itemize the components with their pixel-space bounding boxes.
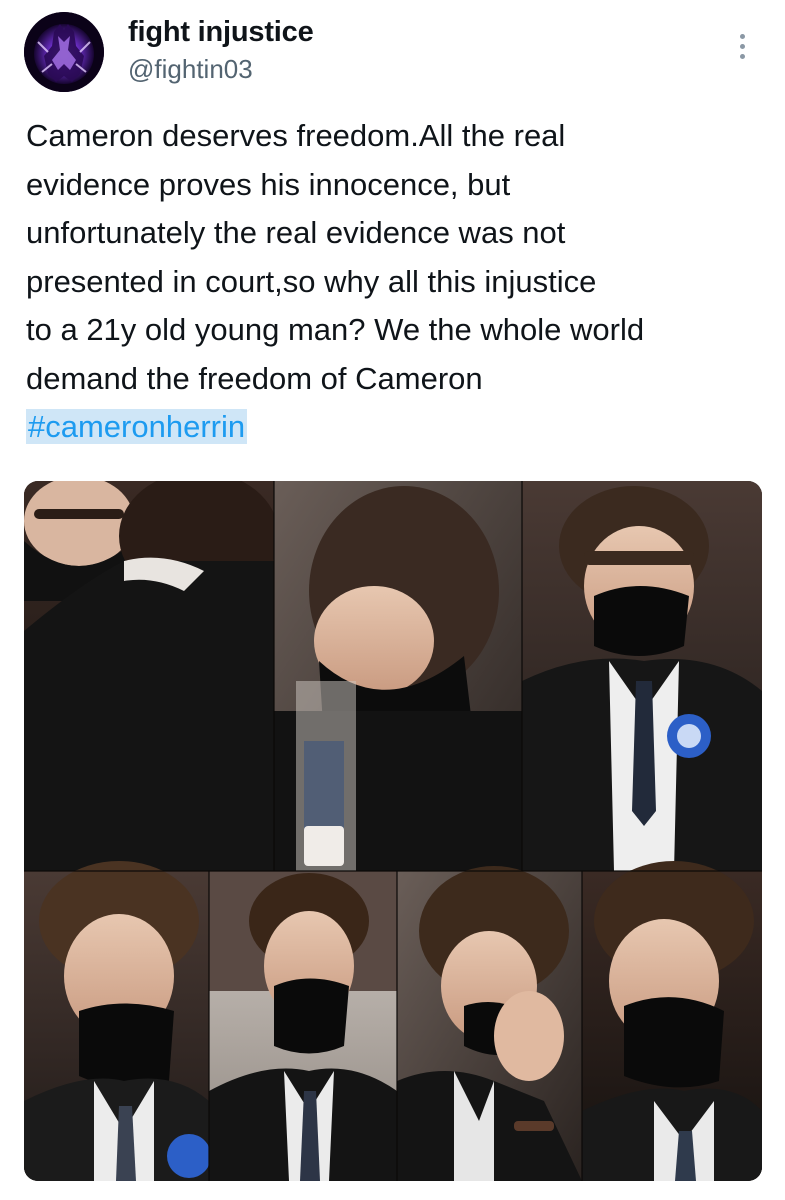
tweet-text-line: unfortunately the real evidence was not (26, 215, 566, 250)
tweet-media-collage[interactable] (24, 481, 762, 1181)
hashtag-link[interactable]: #cameronherrin (26, 409, 248, 444)
collage-photo-2 (274, 481, 522, 871)
tweet-body: Cameron deserves freedom.All the real ev… (26, 112, 766, 452)
collage-photo-7 (582, 861, 762, 1181)
author-avatar[interactable] (24, 12, 104, 92)
tweet-text-line: demand the freedom of Cameron (26, 360, 483, 396)
more-dot-icon (739, 33, 745, 39)
collage-photo-6 (397, 866, 582, 1181)
author-name[interactable]: fight injustice (128, 16, 314, 49)
more-dot-icon (739, 43, 745, 49)
tweet-text-line: to a 21y old young man? We the whole wor… (26, 312, 645, 347)
tweet-text-line: presented in court,so why all this injus… (26, 263, 597, 299)
collage-photo-4 (24, 861, 211, 1181)
purple-figure-icon (24, 12, 104, 92)
photo-collage (24, 481, 762, 1181)
collage-photo-3 (522, 481, 762, 871)
more-options-icon[interactable] (728, 26, 756, 66)
tweet-header: fight injustice @fightin03 (0, 0, 785, 110)
author-handle[interactable]: @fightin03 (128, 54, 253, 85)
collage-photo-5 (209, 871, 397, 1181)
tweet-text-line: evidence proves his innocence, but (26, 166, 511, 202)
tweet-text-line: Cameron deserves freedom.All the real (26, 118, 566, 153)
more-dot-icon (739, 53, 745, 59)
collage-photo-1 (24, 481, 279, 871)
